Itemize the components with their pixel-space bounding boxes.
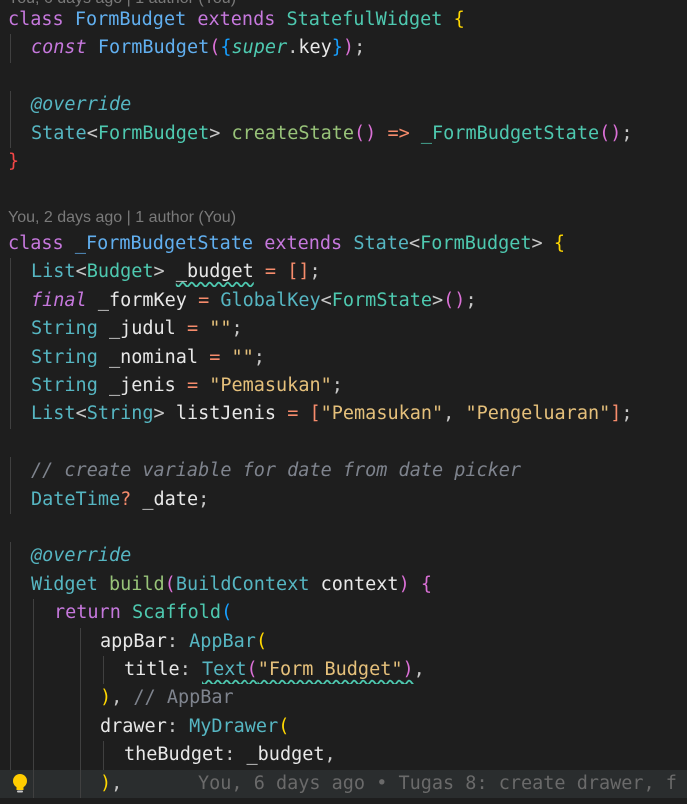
indent-guide xyxy=(10,91,11,120)
indent-guide xyxy=(10,656,11,685)
indent-guide xyxy=(10,343,11,372)
indent-guide xyxy=(10,315,11,344)
indent-guide xyxy=(103,656,104,685)
indent-guide xyxy=(10,684,11,713)
code-line[interactable]: return Scaffold( xyxy=(0,599,687,628)
indent-guide xyxy=(10,712,11,742)
code-line[interactable]: List<Budget> _budget = []; xyxy=(0,258,687,287)
indent-guide xyxy=(10,119,11,148)
token: { xyxy=(453,9,465,30)
token: extends xyxy=(197,9,276,30)
indent-guide xyxy=(80,769,81,798)
indent-guide xyxy=(80,684,81,713)
indent-guide xyxy=(10,627,11,656)
code-line[interactable]: @override xyxy=(0,91,687,120)
code-line[interactable]: final _formKey = GlobalKey<FormState>(); xyxy=(0,286,687,316)
code-line[interactable]: String _judul = ""; xyxy=(0,315,687,344)
code-line[interactable]: class FormBudget extends StatefulWidget … xyxy=(0,6,687,34)
indent-guide xyxy=(33,656,34,685)
indent-guide xyxy=(33,599,34,628)
indent-guide xyxy=(10,570,11,600)
indent-guide xyxy=(10,485,11,514)
code-line[interactable]: String _jenis = "Pemasukan"; xyxy=(0,372,687,401)
indent-guide xyxy=(103,741,104,770)
code-line[interactable]: @override xyxy=(0,542,687,571)
code-line[interactable]: class _FormBudgetState extends State<For… xyxy=(0,230,687,258)
indent-guide xyxy=(33,712,34,742)
code-line[interactable]: State<FormBudget> createState() => _Form… xyxy=(0,119,687,148)
indent-guide xyxy=(33,684,34,713)
token: StatefulWidget xyxy=(286,9,443,30)
indent-guide xyxy=(10,457,11,486)
code-editor[interactable]: You, 6 days ago | 1 author (You) class F… xyxy=(0,0,687,804)
indent-guide xyxy=(80,656,81,685)
code-line[interactable]: drawer: MyDrawer( xyxy=(0,712,687,742)
current-code-line[interactable]: ), You, 6 days ago • Tugas 8: create dra… xyxy=(0,769,687,798)
inline-blame[interactable]: You, 6 days ago • Tugas 8: create drawer… xyxy=(198,770,677,798)
code-line[interactable]: title: Text("Form Budget"), xyxy=(0,656,687,685)
indent-guide xyxy=(10,542,11,571)
indent-guide xyxy=(10,400,11,429)
token: FormBudget xyxy=(74,9,187,30)
code-line[interactable]: theBudget: _budget, xyxy=(0,741,687,770)
indent-guide xyxy=(33,741,34,770)
indent-guide xyxy=(10,286,11,316)
indent-guide xyxy=(10,372,11,401)
codelens-authors[interactable]: You, 2 days ago | 1 author (You) xyxy=(8,204,236,232)
indent-guide xyxy=(10,34,11,63)
indent-guide xyxy=(10,258,11,287)
code-line[interactable]: } xyxy=(0,148,687,176)
indent-guide xyxy=(80,627,81,656)
indent-guide xyxy=(33,627,34,656)
indent-guide xyxy=(10,741,11,770)
code-line[interactable]: // create variable for date from date pi… xyxy=(0,457,687,486)
code-line[interactable]: ), // AppBar xyxy=(0,684,687,713)
code-line[interactable]: appBar: AppBar( xyxy=(0,627,687,656)
code-line[interactable]: Widget build(BuildContext context) { xyxy=(0,570,687,600)
indent-guide xyxy=(80,741,81,770)
indent-guide xyxy=(33,769,34,798)
indent-guide xyxy=(10,599,11,628)
code-line[interactable]: String _nominal = ""; xyxy=(0,343,687,372)
lightbulb-icon[interactable] xyxy=(10,772,30,796)
code-line[interactable]: DateTime? _date; xyxy=(0,485,687,514)
token: class xyxy=(8,9,64,30)
indent-guide xyxy=(80,712,81,742)
code-line[interactable]: const FormBudget({super.key}); xyxy=(0,34,687,63)
code-line[interactable]: List<String> listJenis = ["Pemasukan", "… xyxy=(0,400,687,429)
